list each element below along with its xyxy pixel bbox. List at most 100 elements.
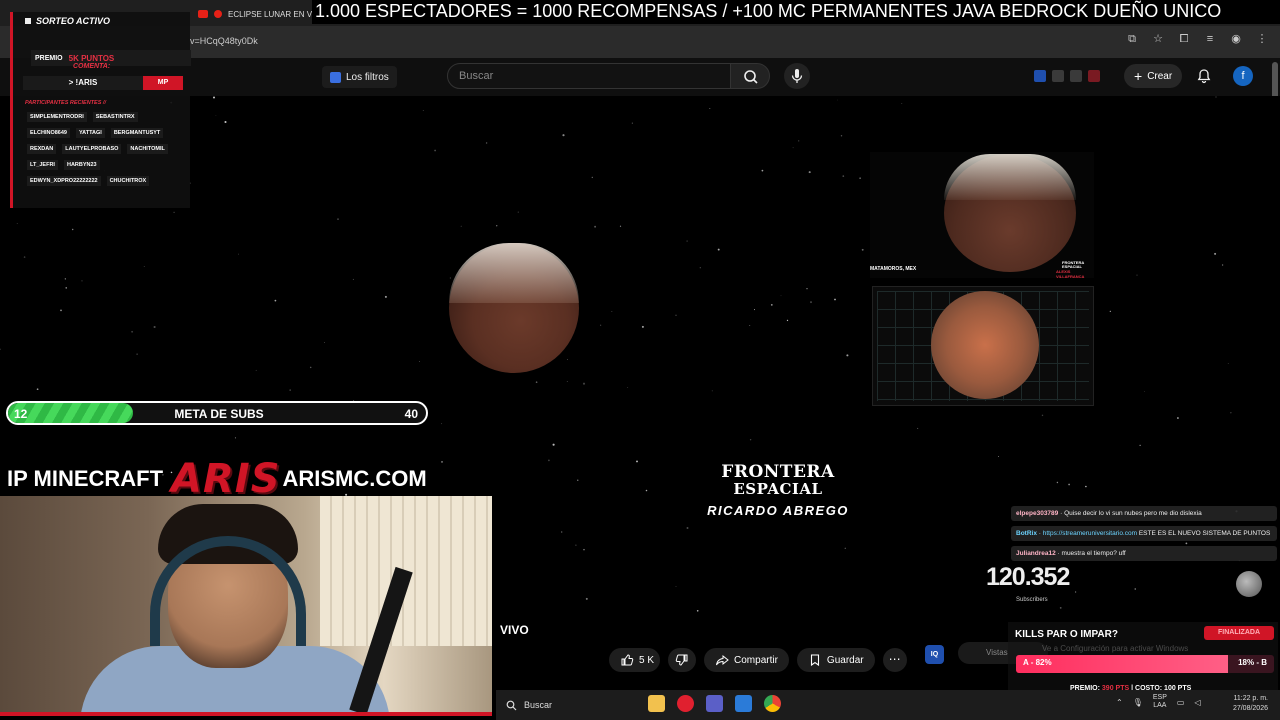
participant-tag: YATTAGI	[76, 128, 105, 138]
recent-participants-label: PARTICIPANTES RECIENTES //	[25, 100, 106, 106]
dislike-button[interactable]	[668, 648, 697, 672]
participant-tag: EDWYN_XDPRO22222222	[27, 176, 101, 186]
language-indicator[interactable]: ESP LAA	[1153, 694, 1167, 710]
chat-text: ESTE ES EL NUEVO SISTEMA DE PUNTOS	[1138, 530, 1271, 537]
tray-mic-icon[interactable]: 🎙	[1133, 698, 1143, 707]
star	[810, 301, 812, 304]
star	[449, 277, 451, 279]
teams-icon[interactable]	[706, 695, 723, 712]
user-extension-icon[interactable]	[1070, 70, 1082, 82]
save-button[interactable]: Guardar	[796, 648, 875, 672]
iq-extension-badge[interactable]: IQ	[925, 645, 944, 664]
bookmark-star-icon[interactable]: ☆	[1152, 33, 1164, 45]
opera-icon[interactable]	[677, 695, 694, 712]
star	[65, 287, 67, 289]
search-input[interactable]: Buscar	[447, 63, 731, 89]
star	[582, 382, 586, 385]
star	[636, 460, 638, 463]
search-button[interactable]	[730, 63, 770, 89]
file-explorer-icon[interactable]	[648, 695, 665, 712]
star	[675, 586, 677, 587]
filter-extension-icon	[330, 71, 341, 83]
star	[901, 103, 903, 104]
star	[844, 547, 846, 549]
eclipse-moon-main	[449, 243, 579, 373]
star	[566, 358, 568, 360]
more-actions-button[interactable]: ⋯	[882, 648, 907, 672]
notifications-bell-icon[interactable]	[1196, 68, 1212, 84]
media-icon[interactable]: ≡	[1204, 33, 1216, 45]
star	[699, 267, 701, 269]
keyboard-layout: LAA	[1153, 702, 1167, 709]
brand-line-1: FRONTERA	[721, 462, 835, 482]
moon-icon	[1236, 571, 1262, 597]
taskbar-clock[interactable]: 11:22 p. m. 27/08/2026	[1224, 694, 1268, 714]
search-placeholder: Buscar	[459, 70, 494, 82]
install-icon[interactable]: ⧉	[1126, 33, 1138, 45]
like-button[interactable]: 5 K	[609, 648, 661, 672]
search-icon	[744, 70, 758, 84]
search-icon	[506, 700, 517, 710]
chat-link[interactable]: https://streameruniversitario.com	[1043, 530, 1137, 537]
star	[562, 134, 565, 137]
live-status: VIVO	[500, 623, 529, 637]
taskbar-search[interactable]: Buscar	[500, 695, 640, 715]
star	[422, 109, 424, 111]
store-icon[interactable]	[735, 695, 752, 712]
star	[441, 423, 443, 425]
participant-tag: HARBYN23	[63, 160, 100, 170]
prize-value: 5K PUNTOS	[68, 53, 115, 63]
filters-button[interactable]: Los filtros	[322, 66, 397, 88]
star	[619, 225, 622, 227]
star	[274, 299, 277, 302]
volume-icon[interactable]: ◁	[1194, 698, 1200, 707]
star	[1139, 444, 1141, 446]
star	[645, 489, 648, 492]
star	[711, 390, 713, 392]
voice-search-button[interactable]	[784, 63, 810, 89]
star	[460, 225, 462, 227]
star	[842, 175, 845, 177]
star	[384, 295, 387, 298]
clock-time: 11:22 p. m.	[1233, 695, 1268, 702]
inset-credit: ALEXIS VILLAFRANCA	[1056, 269, 1085, 279]
star	[585, 597, 588, 600]
star	[1074, 591, 1077, 593]
star	[0, 348, 1, 350]
star	[173, 211, 175, 214]
iq-extension-icon[interactable]	[1034, 70, 1046, 82]
star	[686, 527, 689, 529]
network-icon[interactable]: ▭	[1177, 698, 1185, 707]
profile-icon[interactable]: ◉	[1230, 33, 1242, 45]
star	[64, 278, 66, 280]
star	[611, 311, 613, 312]
alert-extension-icon[interactable]	[1088, 70, 1100, 82]
extensions-icon[interactable]: ⧠	[1178, 33, 1190, 45]
subs-target: 40	[404, 407, 418, 421]
annotated-moon	[931, 291, 1039, 399]
create-button[interactable]: + Crear	[1124, 64, 1183, 88]
list-extension-icon[interactable]	[1052, 70, 1064, 82]
star	[485, 142, 488, 144]
star	[1144, 391, 1145, 392]
create-label: Crear	[1147, 70, 1173, 82]
star	[749, 325, 751, 326]
poll-result-bar: A - 82% 18% - B	[1016, 655, 1274, 673]
chat-username: BotRix	[1016, 530, 1037, 537]
menu-icon[interactable]: ⋮	[1256, 33, 1268, 45]
account-avatar[interactable]: f	[1233, 66, 1253, 86]
share-button[interactable]: Compartir	[704, 648, 789, 672]
star	[1215, 96, 1217, 98]
star	[215, 115, 217, 116]
star	[686, 240, 688, 242]
chrome-icon[interactable]	[764, 695, 781, 712]
star	[840, 135, 843, 137]
star	[627, 387, 629, 388]
tray-chevron-icon[interactable]: ⌃	[1116, 698, 1123, 707]
star	[786, 319, 789, 322]
star	[591, 176, 593, 179]
url-text[interactable]: v=HCqQ48ty0Dk	[190, 36, 258, 46]
prize-label: PREMIO	[35, 54, 63, 62]
like-count: 5 K	[639, 654, 655, 666]
star	[792, 147, 794, 149]
